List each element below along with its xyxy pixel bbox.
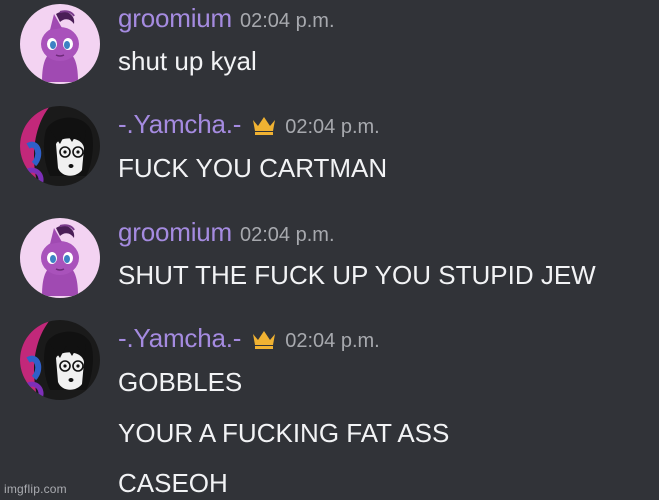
crown-icon [251, 114, 277, 136]
timestamp[interactable]: 02:04 p.m. [240, 224, 335, 247]
message-header: -.Yamcha.- 02:04 p.m. [118, 109, 380, 140]
username[interactable]: -.Yamcha.- [118, 323, 241, 354]
message-header: groomium 02:04 p.m. [118, 217, 335, 248]
anime-boy-avatar-icon[interactable] [20, 320, 100, 400]
message-text: FUCK YOU CARTMAN [118, 153, 388, 183]
username[interactable]: -.Yamcha.- [118, 109, 241, 140]
username[interactable]: groomium [118, 217, 232, 248]
timestamp[interactable]: 02:04 p.m. [285, 116, 380, 139]
message-text: CASEOH [118, 468, 228, 498]
imgflip-watermark: imgflip.com [4, 482, 67, 496]
chat-log: groomium 02:04 p.m. shut up kyal -.Yamch… [0, 0, 659, 500]
timestamp[interactable]: 02:04 p.m. [240, 10, 335, 33]
message-text: SHUT THE FUCK UP YOU STUPID JEW [118, 260, 596, 290]
pony-avatar-icon[interactable] [20, 4, 100, 84]
username[interactable]: groomium [118, 3, 232, 34]
timestamp[interactable]: 02:04 p.m. [285, 330, 380, 353]
crown-icon [251, 328, 277, 350]
message-header: groomium 02:04 p.m. [118, 3, 335, 34]
message-text: GOBBLES [118, 367, 243, 397]
pony-avatar-icon[interactable] [20, 218, 100, 298]
message-header: -.Yamcha.- 02:04 p.m. [118, 323, 380, 354]
message-text: YOUR A FUCKING FAT ASS [118, 418, 450, 448]
message-text: shut up kyal [118, 46, 257, 76]
anime-boy-avatar-icon[interactable] [20, 106, 100, 186]
